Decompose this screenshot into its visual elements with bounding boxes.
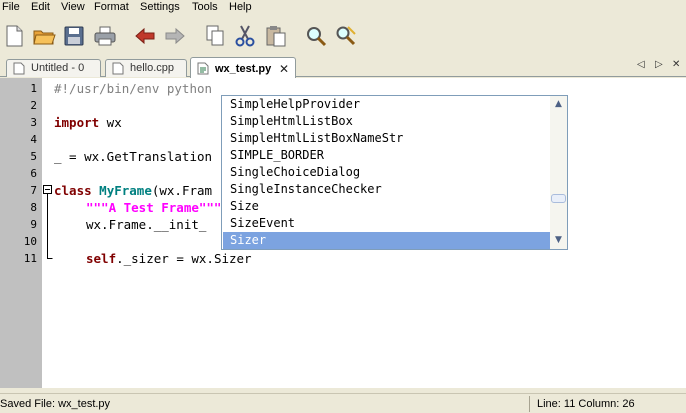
code-line-5: _ = wx.GetTranslation xyxy=(54,148,212,165)
keyword-token: class xyxy=(54,183,92,198)
find-icon[interactable] xyxy=(304,24,328,48)
code-line-3: import wx xyxy=(54,114,122,131)
autocomplete-scrollbar[interactable]: ▲ ▼ xyxy=(550,96,567,249)
autocomplete-item[interactable]: Size xyxy=(223,198,550,215)
cut-icon[interactable] xyxy=(233,24,257,48)
line-number: 3 xyxy=(30,116,37,129)
find-replace-icon[interactable] xyxy=(334,24,358,48)
save-icon[interactable] xyxy=(62,24,86,48)
tab-label: wx_test.py xyxy=(215,63,272,75)
autocomplete-item[interactable]: SimpleHtmlListBoxNameStr xyxy=(223,130,550,147)
menu-file[interactable]: File xyxy=(2,0,20,15)
line-number: 8 xyxy=(30,201,37,214)
code-line-8: """A Test Frame""" xyxy=(86,199,221,216)
code-token: (wx.Fram xyxy=(151,183,213,198)
document-icon xyxy=(197,62,209,75)
tab-bar: Untitled - 0 hello.cpp wx_test.py ✕ ◁ ▷ … xyxy=(0,57,686,78)
scroll-up-icon[interactable]: ▲ xyxy=(550,96,567,113)
new-file-icon[interactable] xyxy=(2,24,26,48)
scroll-down-icon[interactable]: ▼ xyxy=(550,232,567,249)
code-token: wx.Frame.__init_ xyxy=(86,217,207,232)
document-icon xyxy=(112,62,124,75)
paste-icon[interactable] xyxy=(264,24,288,48)
autocomplete-item-selected[interactable]: Sizer xyxy=(223,232,550,249)
status-file-text: Saved File: wx_test.py xyxy=(0,398,111,410)
tab-next-icon[interactable]: ▷ xyxy=(655,59,663,70)
menu-settings[interactable]: Settings xyxy=(140,0,180,15)
tab-label: hello.cpp xyxy=(130,62,175,74)
code-token: wx xyxy=(99,115,122,130)
document-icon xyxy=(13,62,25,75)
status-divider xyxy=(529,396,530,412)
code-line-11: self._sizer = wx.Sizer xyxy=(86,250,252,267)
code-token: _ = wx.GetTranslation xyxy=(54,149,213,164)
line-number: 11 xyxy=(23,252,37,265)
menu-bar: File Edit View Format Settings Tools Hel… xyxy=(0,0,686,15)
code-line-7: class MyFrame(wx.Fram xyxy=(54,182,212,199)
class-name-token: MyFrame xyxy=(99,183,152,198)
menu-format[interactable]: Format xyxy=(94,0,129,15)
scrollbar-thumb[interactable] xyxy=(551,194,566,203)
autocomplete-item[interactable]: SizeEvent xyxy=(223,215,550,232)
undo-icon[interactable] xyxy=(133,24,157,48)
line-number: 6 xyxy=(30,167,37,180)
line-number-gutter: 1 2 3 4 5 6 7 8 9 10 11 xyxy=(0,78,42,388)
keyword-token: import xyxy=(54,115,100,130)
tab-label: Untitled - 0 xyxy=(31,62,85,74)
code-line-9: wx.Frame.__init_ xyxy=(86,216,206,233)
line-number: 4 xyxy=(30,133,37,146)
comment-token: #!/usr/bin/env python xyxy=(54,81,213,96)
copy-icon[interactable] xyxy=(203,24,227,48)
status-bar: Saved File: wx_test.py Line: 11 Column: … xyxy=(0,393,686,413)
tab-wx-test-py[interactable]: wx_test.py ✕ xyxy=(190,57,296,78)
keyword-token: self xyxy=(86,251,117,266)
line-number: 7 xyxy=(30,184,37,197)
autocomplete-item[interactable]: SimpleHelpProvider xyxy=(223,96,550,113)
menu-help[interactable]: Help xyxy=(229,0,252,15)
tab-close-icon[interactable]: ✕ xyxy=(279,61,289,77)
line-number: 5 xyxy=(30,150,37,163)
status-cursor-position: Line: 11 Column: 26 xyxy=(537,398,635,410)
open-folder-icon[interactable] xyxy=(32,24,56,48)
line-number: 2 xyxy=(30,99,37,112)
redo-icon[interactable] xyxy=(163,24,187,48)
menu-edit[interactable]: Edit xyxy=(31,0,50,15)
autocomplete-item[interactable]: SingleChoiceDialog xyxy=(223,164,550,181)
fold-margin xyxy=(43,185,53,259)
string-token: """A Test Frame""" xyxy=(86,200,222,215)
tab-hello-cpp[interactable]: hello.cpp xyxy=(105,59,187,77)
line-number: 10 xyxy=(23,235,37,248)
code-token: ._sizer = wx.Sizer xyxy=(116,251,252,266)
autocomplete-item[interactable]: SingleInstanceChecker xyxy=(223,181,550,198)
tab-prev-icon[interactable]: ◁ xyxy=(637,59,645,70)
menu-tools[interactable]: Tools xyxy=(192,0,218,15)
toolbar xyxy=(0,16,686,56)
tab-untitled[interactable]: Untitled - 0 xyxy=(6,59,101,77)
line-number: 9 xyxy=(30,218,37,231)
line-number: 1 xyxy=(30,82,37,95)
menu-view[interactable]: View xyxy=(61,0,85,15)
autocomplete-item[interactable]: SimpleHtmlListBox xyxy=(223,113,550,130)
code-line-1: #!/usr/bin/env python xyxy=(54,80,212,97)
print-icon[interactable] xyxy=(93,24,117,48)
tab-close-all-icon[interactable]: ✕ xyxy=(672,59,680,70)
autocomplete-list[interactable]: SimpleHelpProvider SimpleHtmlListBox Sim… xyxy=(221,95,568,250)
autocomplete-item[interactable]: SIMPLE_BORDER xyxy=(223,147,550,164)
